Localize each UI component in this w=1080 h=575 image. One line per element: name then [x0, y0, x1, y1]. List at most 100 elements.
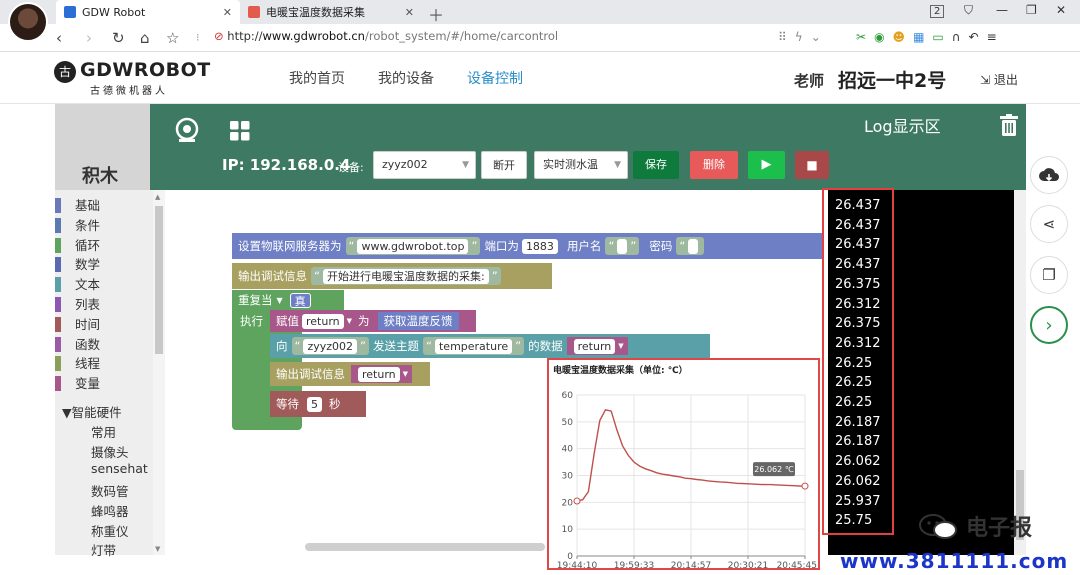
- hardware-item[interactable]: 蜂鸣器: [91, 501, 129, 520]
- port-field[interactable]: 1883: [521, 238, 558, 254]
- logout-button[interactable]: ⇲ 退出: [980, 71, 1018, 88]
- assign-block[interactable]: 赋值 return ▼ 为 获取温度反馈: [270, 310, 476, 332]
- data-point: [573, 497, 581, 505]
- forward-icon[interactable]: ›: [86, 29, 92, 47]
- category-item[interactable]: 文本: [55, 275, 153, 294]
- category-item[interactable]: 时间: [55, 315, 153, 334]
- wait-seconds-field[interactable]: 5: [307, 396, 322, 412]
- send-block[interactable]: 向 “zyyz002” 发送主题 “temperature” 的数据 retur…: [270, 334, 710, 358]
- category-item[interactable]: 变量: [55, 374, 153, 393]
- scroll-down-icon[interactable]: ▼: [155, 545, 160, 553]
- webcam-icon[interactable]: [173, 117, 201, 145]
- condition-field[interactable]: 真: [289, 292, 311, 308]
- category-color-bar: [55, 356, 61, 372]
- close-window-icon[interactable]: ✕: [1056, 3, 1066, 17]
- debug-output-block-2[interactable]: 输出调试信息 return ▼: [270, 362, 430, 386]
- hardware-item[interactable]: 摄像头: [91, 442, 129, 461]
- device-label: 设备:: [338, 161, 364, 174]
- hardware-item[interactable]: sensehat: [91, 461, 148, 476]
- hardware-item[interactable]: 灯带: [91, 540, 116, 559]
- logo-badge: 古: [54, 61, 76, 83]
- chevron-down-icon: ▼: [276, 295, 283, 305]
- play-icon: ▶: [761, 157, 772, 172]
- home-icon[interactable]: ⌂: [140, 29, 150, 47]
- stop-icon: ■: [806, 158, 818, 172]
- category-item[interactable]: 条件: [55, 216, 153, 235]
- battery-icon[interactable]: ▭: [932, 30, 943, 44]
- menu-icon[interactable]: ≡: [987, 30, 997, 44]
- save-button[interactable]: 保存: [633, 151, 679, 179]
- cloud-download-button[interactable]: [1030, 156, 1068, 194]
- back-icon[interactable]: ‹: [56, 29, 62, 47]
- headphones-icon[interactable]: ∩: [952, 30, 961, 44]
- scroll-up-icon[interactable]: ▲: [155, 193, 160, 201]
- hardware-item[interactable]: 数码管: [91, 481, 129, 500]
- grid-icon[interactable]: ⠿: [778, 30, 787, 44]
- send-var-block[interactable]: return ▼: [566, 337, 628, 355]
- copy-button[interactable]: ❐: [1030, 256, 1068, 294]
- lightning-icon[interactable]: ϟ: [795, 30, 803, 44]
- menu-device-control[interactable]: 设备控制: [467, 68, 523, 88]
- topic-field[interactable]: temperature: [434, 338, 513, 354]
- close-icon[interactable]: ✕: [405, 6, 414, 19]
- hardware-item[interactable]: 常用: [91, 422, 116, 441]
- browser-tab-chart[interactable]: 电暖宝温度数据采集 ✕: [240, 0, 422, 24]
- menu-home[interactable]: 我的首页: [289, 68, 345, 88]
- iot-server-block[interactable]: 设置物联网服务器为 “www.gdwrobot.top” 端口为 1883 用户…: [232, 233, 822, 259]
- category-scroll-thumb[interactable]: [155, 206, 163, 354]
- chevron-down-icon[interactable]: ⌄: [811, 30, 821, 44]
- category-color-bar: [55, 277, 61, 293]
- hardware-item[interactable]: 称重仪: [91, 521, 129, 540]
- category-item[interactable]: 基础: [55, 196, 153, 215]
- disconnect-button[interactable]: 断开: [481, 151, 527, 179]
- share-button[interactable]: ⋖: [1030, 205, 1068, 243]
- delete-button[interactable]: 删除: [690, 151, 738, 179]
- new-tab-icon[interactable]: ＋: [428, 2, 444, 26]
- shirt-icon[interactable]: ⛉: [964, 3, 973, 18]
- browser-tab-gdw[interactable]: GDW Robot ✕: [56, 0, 240, 24]
- x-tick-label: 19:59:33: [614, 561, 654, 568]
- run-button[interactable]: ▶: [748, 151, 785, 179]
- page-info-icon[interactable]: ⁝: [196, 31, 200, 44]
- log-highlight: [822, 188, 894, 535]
- grid-apps-icon[interactable]: [229, 120, 251, 142]
- minimize-icon[interactable]: —: [996, 3, 1008, 17]
- wait-block[interactable]: 等待 5 秒: [270, 391, 366, 417]
- repeat-block[interactable]: 重复当 ▼ 真: [232, 290, 344, 310]
- workspace-scrollbar[interactable]: [305, 543, 545, 551]
- windows-icon[interactable]: ▦: [913, 30, 924, 44]
- debug-var-block[interactable]: return ▼: [351, 365, 413, 383]
- hardware-category[interactable]: ▼智能硬件: [62, 402, 122, 421]
- tab-count-badge[interactable]: 2: [930, 5, 945, 18]
- close-icon[interactable]: ✕: [223, 6, 232, 19]
- assign-var-field[interactable]: return: [302, 313, 344, 329]
- trash-icon[interactable]: [1000, 114, 1018, 136]
- next-button[interactable]: ›: [1030, 306, 1068, 344]
- server-field[interactable]: www.gdwrobot.top: [357, 238, 469, 254]
- url-field[interactable]: ⊘ http://www.gdwrobot.cn/robot_system/#/…: [214, 29, 558, 43]
- username-field[interactable]: “”: [605, 237, 640, 255]
- category-item[interactable]: 循环: [55, 236, 153, 255]
- stop-button[interactable]: ■: [795, 151, 829, 179]
- scissors-icon[interactable]: ✂: [856, 30, 866, 44]
- y-tick-label: 40: [562, 445, 574, 455]
- extension-green-icon[interactable]: ◉: [874, 30, 884, 44]
- category-item[interactable]: 函数: [55, 335, 153, 354]
- user-avatar[interactable]: [8, 2, 48, 42]
- debug-text-field[interactable]: 开始进行电暖宝温度数据的采集:: [322, 268, 489, 284]
- undo-icon[interactable]: ↶: [969, 30, 979, 44]
- category-item[interactable]: 数学: [55, 255, 153, 274]
- password-field[interactable]: “: [676, 237, 705, 255]
- category-item[interactable]: 列表: [55, 295, 153, 314]
- device-select[interactable]: zyyz002 ▼: [373, 151, 476, 179]
- debug-output-block[interactable]: 输出调试信息 “开始进行电暖宝温度数据的采集:”: [232, 263, 552, 289]
- category-item[interactable]: 线程: [55, 354, 153, 373]
- star-icon[interactable]: ☆: [166, 29, 179, 47]
- restore-icon[interactable]: ❐: [1026, 3, 1037, 17]
- menu-my-devices[interactable]: 我的设备: [378, 68, 434, 88]
- extension-face-icon[interactable]: ☻: [893, 30, 906, 44]
- send-device-field[interactable]: zyyz002: [303, 338, 358, 354]
- mode-select[interactable]: 实时测水温 ▼: [534, 151, 628, 179]
- reload-icon[interactable]: ↻: [112, 29, 125, 47]
- get-temperature-block[interactable]: 获取温度反馈: [377, 312, 459, 330]
